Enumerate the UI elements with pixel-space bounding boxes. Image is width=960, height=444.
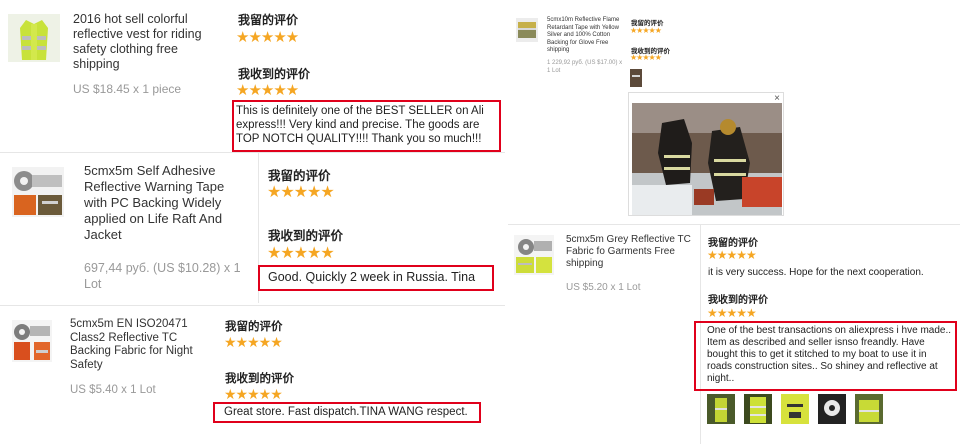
product-price: 1 229,92 руб. (US $17.00) x 1 Lot bbox=[547, 60, 623, 74]
product-price: 697,44 руб. (US $10.28) x 1 Lot bbox=[84, 261, 241, 291]
received-feedback-heading: 我收到的评价 bbox=[225, 371, 294, 385]
review-photo-thumbnail[interactable] bbox=[707, 394, 735, 424]
left-feedback-heading: 我留的评价 bbox=[225, 319, 283, 333]
product-thumbnail[interactable] bbox=[12, 320, 52, 362]
received-feedback-stars: ★★★★★ bbox=[267, 245, 335, 262]
left-feedback-stars: ★★★★★ bbox=[707, 248, 757, 262]
received-feedback-heading: 我收到的评价 bbox=[708, 295, 768, 306]
feedback-card-3: 5cmx5m EN ISO20471 Class2 Reflective TC … bbox=[0, 306, 505, 444]
left-feedback-stars: ★★★★★ bbox=[267, 184, 335, 201]
received-review-text: Good. Quickly 2 week in Russia. Tina bbox=[268, 270, 476, 284]
review-photo-viewer: × bbox=[628, 92, 784, 216]
feedback-card-4: 5cmx10m Reflective Flame Retardant Tape … bbox=[508, 0, 960, 92]
product-thumbnail[interactable] bbox=[514, 235, 554, 275]
left-feedback-heading: 我留的评价 bbox=[238, 13, 299, 27]
product-thumbnail[interactable] bbox=[8, 14, 60, 62]
left-feedback-stars: ★★★★★ bbox=[630, 26, 662, 35]
review-photo-thumbnail[interactable] bbox=[630, 69, 642, 87]
product-thumbnail[interactable] bbox=[12, 167, 64, 217]
received-feedback-stars: ★★★★★ bbox=[707, 306, 757, 320]
received-feedback-stars: ★★★★★ bbox=[630, 53, 662, 62]
product-title[interactable]: 2016 hot sell colorful reflective vest f… bbox=[73, 12, 223, 72]
review-photo-thumbnail[interactable] bbox=[781, 394, 809, 424]
review-photo-thumbnail[interactable] bbox=[818, 394, 846, 424]
feedback-card-5: 5cmx5m Grey Reflective TC Fabric fo Garm… bbox=[508, 225, 960, 444]
review-photo-thumbnail[interactable] bbox=[855, 394, 883, 424]
product-title[interactable]: 5cmx5m Self Adhesive Reflective Warning … bbox=[84, 163, 249, 243]
feedback-card-2: 5cmx5m Self Adhesive Reflective Warning … bbox=[0, 153, 505, 303]
left-review-text: it is very success. Hope for the next co… bbox=[708, 267, 924, 278]
received-review-text: One of the best transactions on aliexpre… bbox=[707, 325, 952, 384]
review-photo-strip bbox=[707, 394, 897, 426]
product-title[interactable]: 5cmx10m Reflective Flame Retardant Tape … bbox=[547, 17, 629, 55]
review-photo-image bbox=[632, 103, 782, 215]
product-title[interactable]: 5cmx5m Grey Reflective TC Fabric fo Garm… bbox=[566, 234, 694, 270]
review-photo-thumbnail[interactable] bbox=[744, 394, 772, 424]
product-price: US $5.20 x 1 Lot bbox=[566, 282, 641, 293]
product-price: US $18.45 x 1 piece bbox=[73, 82, 182, 96]
received-feedback-heading: 我收到的评价 bbox=[268, 228, 344, 243]
received-feedback-stars: ★★★★★ bbox=[224, 386, 283, 402]
received-review-text: This is definitely one of the BEST SELLE… bbox=[236, 105, 484, 145]
product-price: US $5.40 x 1 Lot bbox=[70, 384, 156, 396]
received-feedback-stars: ★★★★★ bbox=[236, 82, 299, 99]
left-feedback-stars: ★★★★★ bbox=[236, 29, 299, 46]
product-title[interactable]: 5cmx5m EN ISO20471 Class2 Reflective TC … bbox=[70, 318, 210, 372]
feedback-card-1: 2016 hot sell colorful reflective vest f… bbox=[0, 0, 505, 152]
received-feedback-heading: 我收到的评价 bbox=[238, 67, 311, 81]
left-feedback-heading: 我留的评价 bbox=[268, 168, 331, 183]
left-feedback-stars: ★★★★★ bbox=[224, 334, 283, 350]
received-review-text: Great store. Fast dispatch.TINA WANG res… bbox=[224, 406, 468, 418]
product-thumbnail[interactable] bbox=[516, 18, 538, 42]
left-feedback-heading: 我留的评价 bbox=[708, 238, 758, 249]
